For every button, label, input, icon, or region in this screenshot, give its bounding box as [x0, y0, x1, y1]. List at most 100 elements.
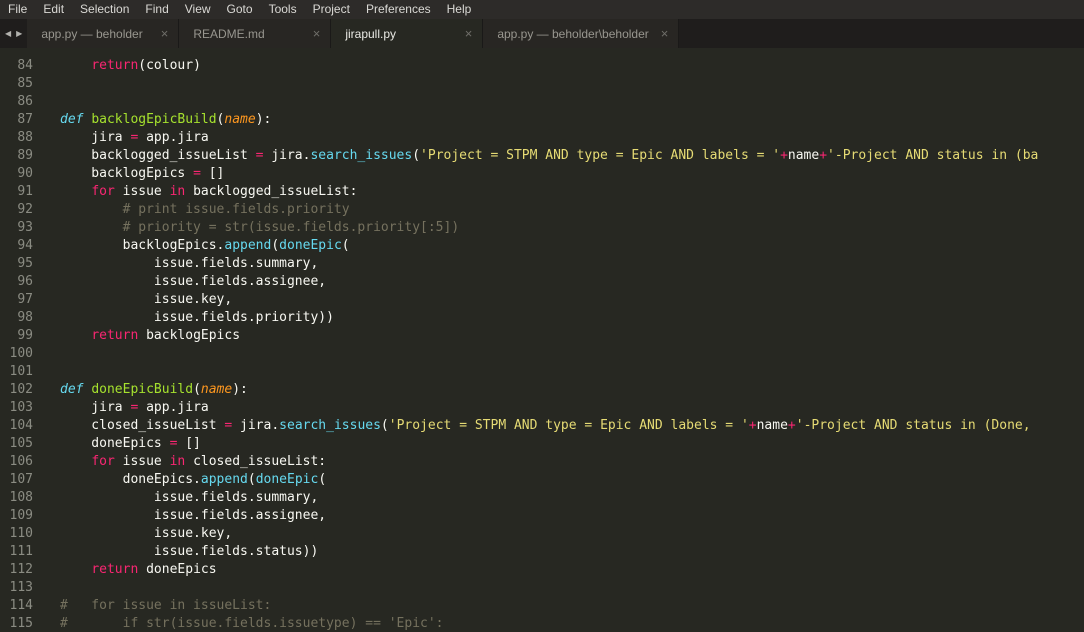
tab-app-py-beholder[interactable]: app.py — beholder ×: [27, 19, 180, 48]
code-line[interactable]: 105 doneEpics = []: [0, 435, 1084, 453]
code-line[interactable]: 88 jira = app.jira: [0, 129, 1084, 147]
code-line[interactable]: 92 # print issue.fields.priority: [0, 201, 1084, 219]
code-token: jira.: [232, 418, 280, 433]
tab-strip: app.py — beholder × README.md × jirapull.py ×…: [27, 19, 1084, 48]
code-token: (: [271, 238, 280, 253]
code-line[interactable]: 113: [0, 579, 1084, 597]
code-token: (: [247, 472, 256, 487]
code-line[interactable]: 87 def backlogEpicBuild(name):: [0, 111, 1084, 129]
code-line[interactable]: 89 backlogged_issueList = jira.search_is…: [0, 147, 1084, 165]
code-token: issue.fields.assignee,: [60, 508, 327, 523]
line-number: 109: [9, 508, 33, 523]
code-token: []: [200, 166, 225, 181]
code-line[interactable]: 112 return doneEpics: [0, 561, 1084, 579]
menu-item-preferences[interactable]: Preferences: [358, 0, 439, 19]
code-line[interactable]: 96 issue.fields.assignee,: [0, 273, 1084, 291]
code-line[interactable]: 110 issue.key,: [0, 525, 1084, 543]
code-line[interactable]: 91 for issue in backlogged_issueList:: [0, 183, 1084, 201]
code-text: # if str(issue.fields.issuetype) == 'Epi…: [48, 615, 1084, 632]
code-token: # print issue.fields.priority: [60, 202, 350, 217]
code-token: def: [60, 382, 84, 397]
code-line[interactable]: 95 issue.fields.summary,: [0, 255, 1084, 273]
line-number: 95: [17, 256, 33, 271]
menu-item-project[interactable]: Project: [305, 0, 358, 19]
line-number: 104: [9, 418, 33, 433]
code-text: jira = app.jira: [48, 129, 1084, 147]
line-number: 98: [17, 310, 33, 325]
tab-scroll-right-icon[interactable]: ▶: [16, 29, 22, 38]
line-number: 108: [9, 490, 33, 505]
code-line[interactable]: 111 issue.fields.status)): [0, 543, 1084, 561]
tab-close-icon[interactable]: ×: [161, 27, 169, 40]
code-line[interactable]: 107 doneEpics.append(doneEpic(: [0, 471, 1084, 489]
tab-scroll-left-icon[interactable]: ◀: [5, 29, 11, 38]
code-token: (: [318, 472, 327, 487]
code-token: 'Project = STPM AND type = Epic AND labe…: [388, 418, 749, 433]
code-line[interactable]: 94 backlogEpics.append(doneEpic(: [0, 237, 1084, 255]
code-line[interactable]: 108 issue.fields.summary,: [0, 489, 1084, 507]
tab-close-icon[interactable]: ×: [313, 27, 321, 40]
code-line[interactable]: 93 # priority = str(issue.fields.priorit…: [0, 219, 1084, 237]
code-token: jira.: [263, 148, 311, 163]
code-line[interactable]: 84 return(colour): [0, 57, 1084, 75]
code-line[interactable]: 98 issue.fields.priority)): [0, 309, 1084, 327]
code-token: jira: [60, 400, 131, 415]
code-text: issue.key,: [48, 525, 1084, 543]
menu-item-find[interactable]: Find: [137, 0, 176, 19]
code-line[interactable]: 104 closed_issueList = jira.search_issue…: [0, 417, 1084, 435]
menu-item-goto[interactable]: Goto: [219, 0, 261, 19]
code-token: name: [224, 112, 256, 127]
code-text: backlogged_issueList = jira.search_issue…: [48, 147, 1084, 165]
code-token: for: [91, 454, 115, 469]
line-number: 87: [17, 112, 33, 127]
code-line[interactable]: 86: [0, 93, 1084, 111]
line-number: 92: [17, 202, 33, 217]
line-number: 114: [9, 598, 33, 613]
code-line[interactable]: 115 # if str(issue.fields.issuetype) == '…: [0, 615, 1084, 632]
menu-item-edit[interactable]: Edit: [35, 0, 72, 19]
code-token: backlogged_issueList: [60, 148, 256, 163]
code-token: return: [91, 562, 139, 577]
tab-close-icon[interactable]: ×: [465, 27, 473, 40]
code-token: name: [787, 148, 820, 163]
code-line[interactable]: 85: [0, 75, 1084, 93]
menu-item-help[interactable]: Help: [439, 0, 480, 19]
menu-item-file[interactable]: File: [0, 0, 35, 19]
line-number: 115: [9, 616, 33, 631]
tab-jirapull-py[interactable]: jirapull.py ×: [331, 19, 484, 48]
code-text: doneEpics = []: [48, 435, 1084, 453]
code-token: append: [224, 238, 272, 253]
menu-item-view[interactable]: View: [177, 0, 219, 19]
code-token: issue.fields.summary,: [60, 490, 319, 505]
line-number: 84: [17, 58, 33, 73]
code-token: jira: [60, 130, 131, 145]
code-line[interactable]: 100: [0, 345, 1084, 363]
code-text: return(colour): [48, 57, 1084, 75]
tab-close-icon[interactable]: ×: [661, 27, 669, 40]
code-line[interactable]: 97 issue.key,: [0, 291, 1084, 309]
tab-bar: ◀ ▶ app.py — beholder × README.md × jirapull…: [0, 19, 1084, 48]
code-line[interactable]: 103 jira = app.jira: [0, 399, 1084, 417]
code-token: +: [748, 418, 757, 433]
code-line[interactable]: 101: [0, 363, 1084, 381]
menu-item-tools[interactable]: Tools: [261, 0, 305, 19]
code-token: closed_issueList: [60, 418, 225, 433]
code-text: def doneEpicBuild(name):: [48, 381, 1084, 399]
code-line[interactable]: 99 return backlogEpics: [0, 327, 1084, 345]
code-line[interactable]: 109 issue.fields.assignee,: [0, 507, 1084, 525]
code-text: return doneEpics: [48, 561, 1084, 579]
code-line[interactable]: 102 def doneEpicBuild(name):: [0, 381, 1084, 399]
line-number: 100: [9, 346, 33, 361]
code-line[interactable]: 90 backlogEpics = []: [0, 165, 1084, 183]
code-line[interactable]: 106 for issue in closed_issueList:: [0, 453, 1084, 471]
tab-app-py-beholder-beholder[interactable]: app.py — beholder\beholder ×: [483, 19, 680, 48]
code-token: (: [193, 382, 201, 397]
code-line[interactable]: 114 # for issue in issueList:: [0, 597, 1084, 615]
line-number: 90: [17, 166, 33, 181]
code-text: issue.fields.assignee,: [48, 273, 1084, 291]
tab-readme-md[interactable]: README.md ×: [179, 19, 332, 48]
menu-item-selection[interactable]: Selection: [72, 0, 137, 19]
